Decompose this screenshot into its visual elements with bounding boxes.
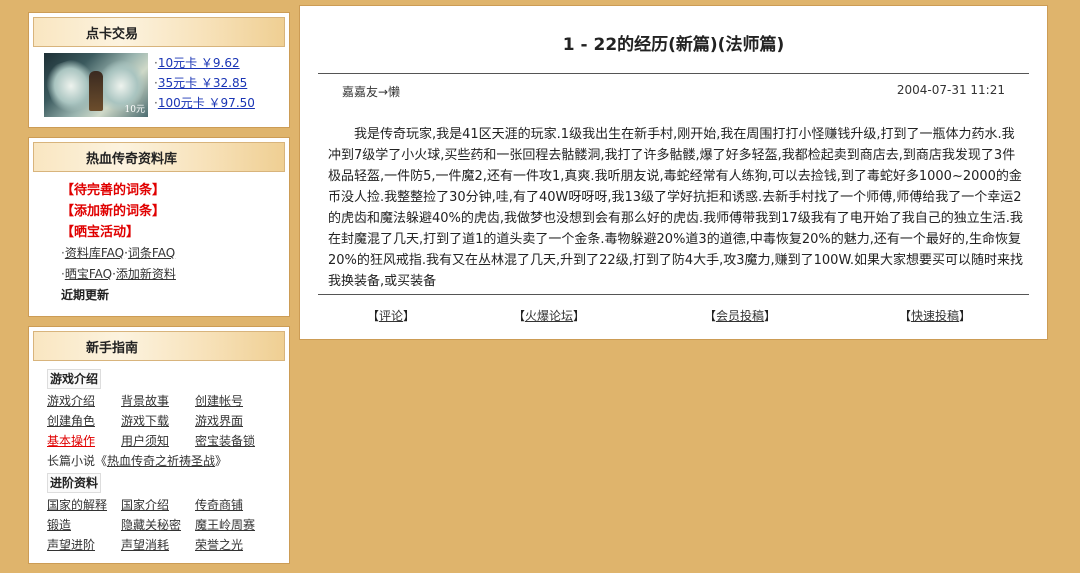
novel-line: 长篇小说《热血传奇之祈祷圣战》	[47, 454, 228, 468]
guide-title: 新手指南	[33, 331, 285, 361]
wiki-incomplete-link[interactable]: 【待完善的词条】	[61, 183, 165, 198]
guide-advanced-link-3[interactable]: 锻造	[47, 515, 121, 535]
add-material-link[interactable]: 添加新资料	[116, 267, 176, 281]
wiki-add-entry-link[interactable]: 【添加新的词条】	[61, 204, 165, 219]
article-title: 1 - 22的经历(新篇)(法师篇)	[562, 35, 785, 55]
card-trade-title: 点卡交易	[33, 17, 285, 47]
quick-submit-link[interactable]: 快速投稿	[911, 309, 959, 323]
card-product-image[interactable]: 10元	[44, 53, 148, 117]
card-35-link[interactable]: 35元卡 ￥32.85	[158, 76, 247, 90]
card-price-list: ·10元卡 ￥9.62 ·35元卡 ￥32.85 ·100元卡 ￥97.50	[154, 56, 255, 110]
guide-intro-link-1[interactable]: 背景故事	[121, 391, 195, 411]
section-advanced: 进阶资料	[47, 473, 102, 493]
article-date: 2004-07-31 11:21	[896, 83, 1005, 97]
wiki-box: 热血传奇资料库 【待完善的词条】 【添加新的词条】 【晒宝活动】 ·资料库FAQ…	[28, 137, 290, 317]
guide-intro-link-2[interactable]: 创建帐号	[195, 391, 275, 411]
article-body: 我是传奇玩家,我是41区天涯的玩家.1级我出生在新手村,刚开始,我在周围打打小怪…	[328, 127, 1023, 289]
guide-advanced-link-6[interactable]: 声望进阶	[47, 535, 121, 555]
novel-link[interactable]: 热血传奇之祈祷圣战	[107, 454, 215, 468]
guide-advanced-link-2[interactable]: 传奇商铺	[195, 495, 275, 515]
hot-forum-link[interactable]: 火爆论坛	[525, 309, 573, 323]
guide-intro-link-8[interactable]: 密宝装备锁	[195, 431, 275, 451]
card-trade-box: 点卡交易 10元 ·10元卡 ￥9.62 ·35元卡 ￥32.85 ·100元卡…	[28, 12, 290, 128]
guide-advanced-link-5[interactable]: 魔王岭周赛	[195, 515, 275, 535]
guide-advanced-link-0[interactable]: 国家的解释	[47, 495, 121, 515]
guide-advanced-link-7[interactable]: 声望消耗	[121, 535, 195, 555]
entry-faq-link[interactable]: 词条FAQ	[128, 246, 175, 260]
treasure-faq-link[interactable]: 晒宝FAQ	[65, 267, 112, 281]
guide-intro-link-5[interactable]: 游戏界面	[195, 411, 275, 431]
guide-grid-advanced: 国家的解释 国家介绍 传奇商铺锻造 隐藏关秘密 魔王岭周赛声望进阶 声望消耗 荣誉之光	[47, 495, 281, 555]
guide-advanced-link-8[interactable]: 荣誉之光	[195, 535, 275, 555]
guide-intro-link-3[interactable]: 创建角色	[47, 411, 121, 431]
article-actions: 【评论】 【火爆论坛】 【会员投稿】 【快速投稿】	[318, 294, 1029, 324]
wiki-faq-link[interactable]: 资料库FAQ	[65, 246, 124, 260]
member-submit-link[interactable]: 会员投稿	[716, 309, 764, 323]
guide-intro-link-7[interactable]: 用户须知	[121, 431, 195, 451]
card-trade-content: 10元 ·10元卡 ￥9.62 ·35元卡 ￥32.85 ·100元卡 ￥97.…	[33, 47, 285, 123]
article-panel: 1 - 22的经历(新篇)(法师篇) 嘉嘉友→懒 2004-07-31 11:2…	[299, 5, 1048, 340]
guide-box: 新手指南 游戏介绍 游戏介绍 背景故事 创建帐号创建角色 游戏下载 游戏界面基本操作 用户…	[28, 326, 290, 564]
guide-content: 游戏介绍 游戏介绍 背景故事 创建帐号创建角色 游戏下载 游戏界面基本操作 用户须知 密宝装…	[33, 361, 285, 559]
wiki-treasure-link[interactable]: 【晒宝活动】	[61, 225, 139, 240]
wiki-title: 热血传奇资料库	[33, 142, 285, 172]
comment-link[interactable]: 评论	[379, 309, 403, 323]
card-image-tag: 10元	[124, 105, 145, 115]
sidebar: 点卡交易 10元 ·10元卡 ￥9.62 ·35元卡 ￥32.85 ·100元卡…	[28, 12, 290, 573]
article-author: 嘉嘉友→懒	[342, 85, 401, 99]
article-meta: 嘉嘉友→懒 2004-07-31 11:21	[318, 73, 1029, 100]
recent-updates-label: 近期更新	[61, 288, 110, 302]
guide-intro-link-4[interactable]: 游戏下载	[121, 411, 195, 431]
section-game-intro: 游戏介绍	[47, 369, 102, 389]
guide-advanced-link-4[interactable]: 隐藏关秘密	[121, 515, 195, 535]
guide-intro-link-0[interactable]: 游戏介绍	[47, 391, 121, 411]
wiki-links: 【待完善的词条】 【添加新的词条】 【晒宝活动】 ·资料库FAQ·词条FAQ ·…	[33, 172, 285, 312]
card-100-link[interactable]: 100元卡 ￥97.50	[158, 96, 255, 110]
card-10-link[interactable]: 10元卡 ￥9.62	[158, 56, 240, 70]
warrior-figure-icon	[89, 71, 103, 111]
guide-advanced-link-1[interactable]: 国家介绍	[121, 495, 195, 515]
guide-grid-intro: 游戏介绍 背景故事 创建帐号创建角色 游戏下载 游戏界面基本操作 用户须知 密宝装备锁	[47, 391, 281, 451]
guide-intro-link-6[interactable]: 基本操作	[47, 431, 121, 451]
